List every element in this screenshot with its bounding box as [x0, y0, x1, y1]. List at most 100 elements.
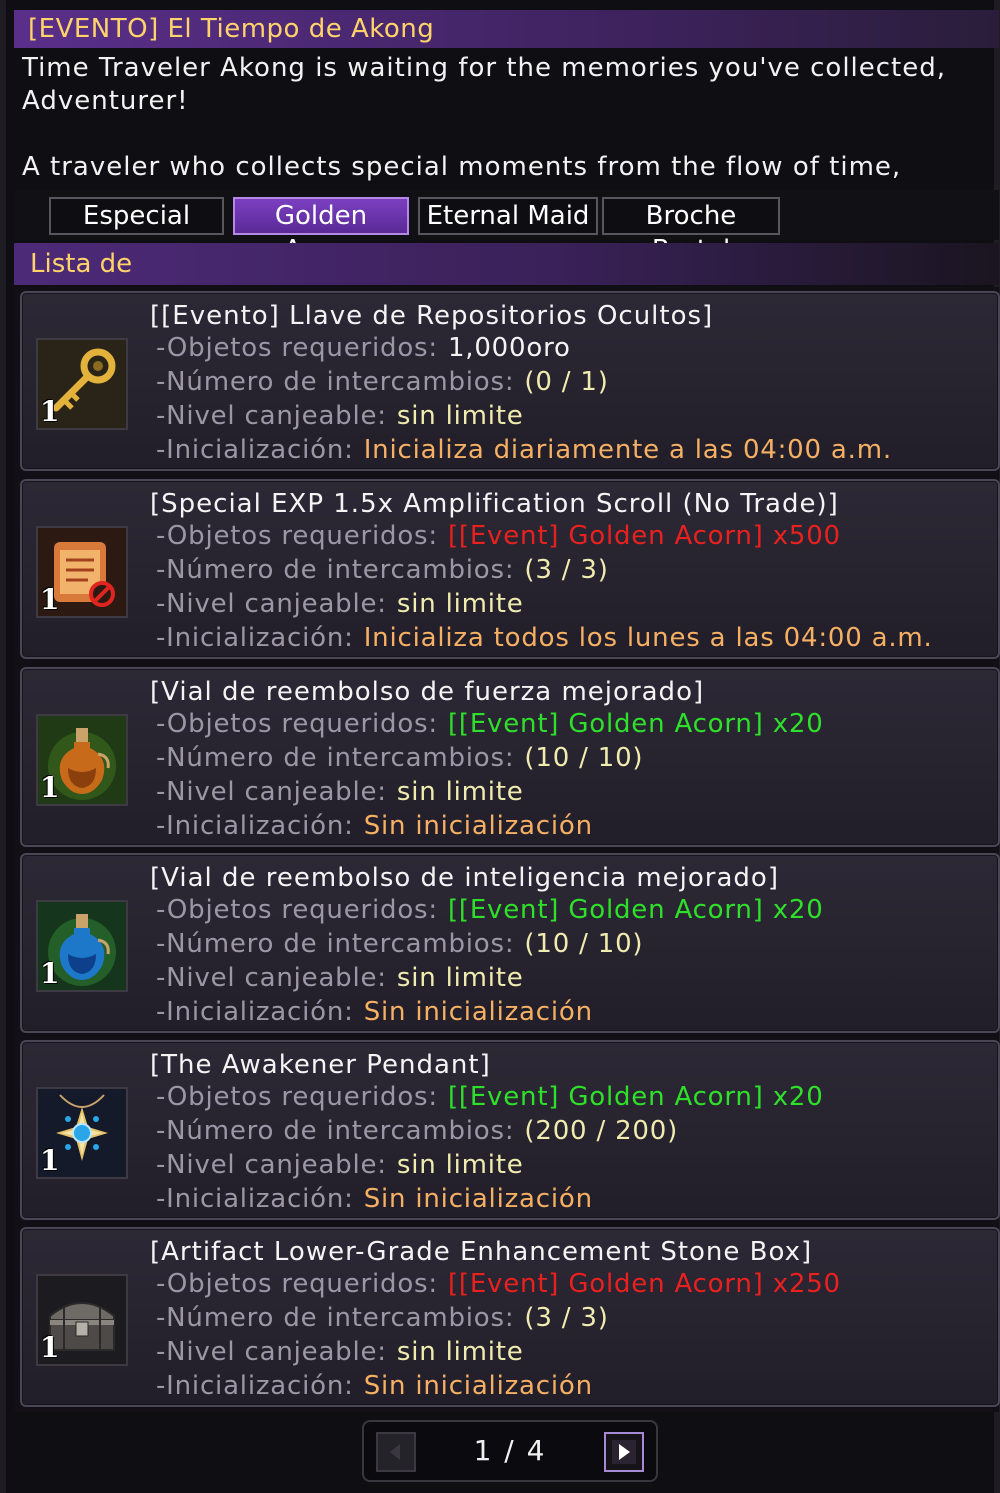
required-row: -Objetos requeridos: 1,000oro	[156, 333, 571, 363]
level-label: -Nivel canjeable:	[156, 963, 387, 993]
level-value: sin limite	[396, 1150, 524, 1180]
required-label: -Objetos requeridos:	[156, 333, 438, 363]
blue-potion-icon: 1	[36, 900, 128, 992]
level-value: sin limite	[396, 401, 524, 431]
description-line: A traveler who collects special moments …	[22, 152, 902, 182]
level-row: -Nivel canjeable: sin limite	[156, 777, 524, 807]
reset-row: -Inicialización: Inicializa todos los lun…	[156, 623, 933, 653]
exchange-item[interactable]: 1 [Special EXP 1.5x Amplification Scroll…	[20, 479, 1000, 659]
exchanges-label: -Número de intercambios:	[156, 555, 515, 585]
item-name: [The Awakener Pendant]	[150, 1050, 491, 1080]
exchanges-row: -Número de intercambios: (200 / 200)	[156, 1116, 678, 1146]
item-name: [[Evento] Llave de Repositorios Ocultos]	[150, 301, 714, 331]
reset-value: Sin inicialización	[363, 1184, 593, 1214]
level-value: sin limite	[396, 589, 524, 619]
required-label: -Objetos requeridos:	[156, 1082, 438, 1112]
level-value: sin limite	[396, 1337, 524, 1367]
required-value: [[Event] Golden Acorn] x20	[447, 709, 824, 739]
tab-eternal-maid[interactable]: Eternal Maid	[418, 197, 598, 235]
required-row: -Objetos requeridos: [[Event] Golden Acor…	[156, 1082, 824, 1112]
reset-label: -Inicialización:	[156, 1184, 354, 1214]
treasure-chest-icon: 1	[36, 1274, 128, 1366]
reset-row: -Inicialización: Sin inicialización	[156, 811, 593, 841]
item-quantity: 1	[40, 771, 60, 804]
exchange-item[interactable]: 1 [Vial de reembolso de inteligencia mej…	[20, 853, 1000, 1033]
required-label: -Objetos requeridos:	[156, 895, 438, 925]
reset-value: Sin inicialización	[363, 811, 593, 841]
exchanges-value: (0 / 1)	[524, 367, 609, 397]
level-label: -Nivel canjeable:	[156, 777, 387, 807]
exchange-item[interactable]: 1 [[Evento] Llave de Repositorios Oculto…	[20, 291, 1000, 471]
level-value: sin limite	[396, 777, 524, 807]
item-name: [Special EXP 1.5x Amplification Scroll (…	[150, 489, 839, 519]
description-line: Time Traveler Akong is waiting for the m…	[22, 53, 947, 83]
required-row: -Objetos requeridos: [[Event] Golden Acor…	[156, 521, 841, 551]
reset-label: -Inicialización:	[156, 623, 354, 653]
tab-bar: Especial Golden Acorn Eternal Maid Broch…	[14, 190, 999, 265]
level-row: -Nivel canjeable: sin limite	[156, 1150, 524, 1180]
exchange-item[interactable]: 1 [Vial de reembolso de fuerza mejorado]…	[20, 667, 1000, 847]
required-row: -Objetos requeridos: [[Event] Golden Acor…	[156, 895, 824, 925]
required-value: [[Event] Golden Acorn] x250	[447, 1269, 841, 1299]
tab-golden-acorn[interactable]: Golden Acorn	[233, 197, 409, 265]
exchanges-row: -Número de intercambios: (3 / 3)	[156, 555, 609, 585]
reset-value: Inicializa diariamente a las 04:00 a.m.	[363, 435, 892, 465]
golden-key-icon: 1	[36, 338, 128, 430]
level-row: -Nivel canjeable: sin limite	[156, 401, 524, 431]
level-row: -Nivel canjeable: sin limite	[156, 1337, 524, 1367]
required-label: -Objetos requeridos:	[156, 1269, 438, 1299]
exchanges-label: -Número de intercambios:	[156, 1116, 515, 1146]
item-name: [Vial de reembolso de inteligencia mejor…	[150, 863, 779, 893]
required-row: -Objetos requeridos: [[Event] Golden Acor…	[156, 1269, 841, 1299]
exchanges-value: (10 / 10)	[524, 929, 644, 959]
exchange-item[interactable]: 1 [The Awakener Pendant] -Objetos requer…	[20, 1040, 1000, 1220]
reset-value: Sin inicialización	[363, 1371, 593, 1401]
required-row: -Objetos requeridos: [[Event] Golden Acor…	[156, 709, 824, 739]
required-label: -Objetos requeridos:	[156, 709, 438, 739]
description-line: Adventurer!	[22, 86, 189, 116]
item-quantity: 1	[40, 957, 60, 990]
reset-value: Sin inicialización	[363, 997, 593, 1027]
pendant-icon: 1	[36, 1087, 128, 1179]
exchanges-value: (10 / 10)	[524, 743, 644, 773]
exchanges-label: -Número de intercambios:	[156, 1303, 515, 1333]
exchanges-row: -Número de intercambios: (3 / 3)	[156, 1303, 609, 1333]
exchanges-row: -Número de intercambios: (10 / 10)	[156, 743, 643, 773]
item-quantity: 1	[40, 1331, 60, 1364]
exchanges-row: -Número de intercambios: (0 / 1)	[156, 367, 609, 397]
exchanges-value: (3 / 3)	[524, 555, 609, 585]
window-title: [EVENTO] El Tiempo de Akong	[14, 10, 999, 48]
exchange-item[interactable]: 1 [Artifact Lower-Grade Enhancement Ston…	[20, 1227, 1000, 1407]
next-page-button[interactable]	[604, 1432, 644, 1472]
item-quantity: 1	[40, 583, 60, 616]
tab-especial[interactable]: Especial	[49, 197, 224, 235]
item-name: [Artifact Lower-Grade Enhancement Stone …	[150, 1237, 813, 1267]
reset-label: -Inicialización:	[156, 435, 354, 465]
reset-row: -Inicialización: Inicializa diariamente a…	[156, 435, 892, 465]
list-header: Lista de	[14, 243, 999, 285]
level-label: -Nivel canjeable:	[156, 1150, 387, 1180]
reset-row: -Inicialización: Sin inicialización	[156, 1371, 593, 1401]
reset-row: -Inicialización: Sin inicialización	[156, 1184, 593, 1214]
scroll-icon: 1	[36, 526, 128, 618]
reset-row: -Inicialización: Sin inicialización	[156, 997, 593, 1027]
exchanges-label: -Número de intercambios:	[156, 743, 515, 773]
level-label: -Nivel canjeable:	[156, 1337, 387, 1367]
required-value: 1,000oro	[447, 333, 571, 363]
item-quantity: 1	[40, 395, 60, 428]
pagination: 1 / 4	[362, 1420, 658, 1482]
level-value: sin limite	[396, 963, 524, 993]
level-row: -Nivel canjeable: sin limite	[156, 963, 524, 993]
item-quantity: 1	[40, 1144, 60, 1177]
required-value: [[Event] Golden Acorn] x20	[447, 895, 824, 925]
reset-label: -Inicialización:	[156, 811, 354, 841]
level-label: -Nivel canjeable:	[156, 401, 387, 431]
required-label: -Objetos requeridos:	[156, 521, 438, 551]
exchanges-value: (3 / 3)	[524, 1303, 609, 1333]
orange-potion-icon: 1	[36, 714, 128, 806]
tab-broche-brutal[interactable]: Broche Brutal	[602, 197, 780, 265]
exchanges-value: (200 / 200)	[524, 1116, 679, 1146]
reset-label: -Inicialización:	[156, 1371, 354, 1401]
event-description: Time Traveler Akong is waiting for the m…	[22, 52, 982, 186]
required-value: [[Event] Golden Acorn] x500	[447, 521, 841, 551]
